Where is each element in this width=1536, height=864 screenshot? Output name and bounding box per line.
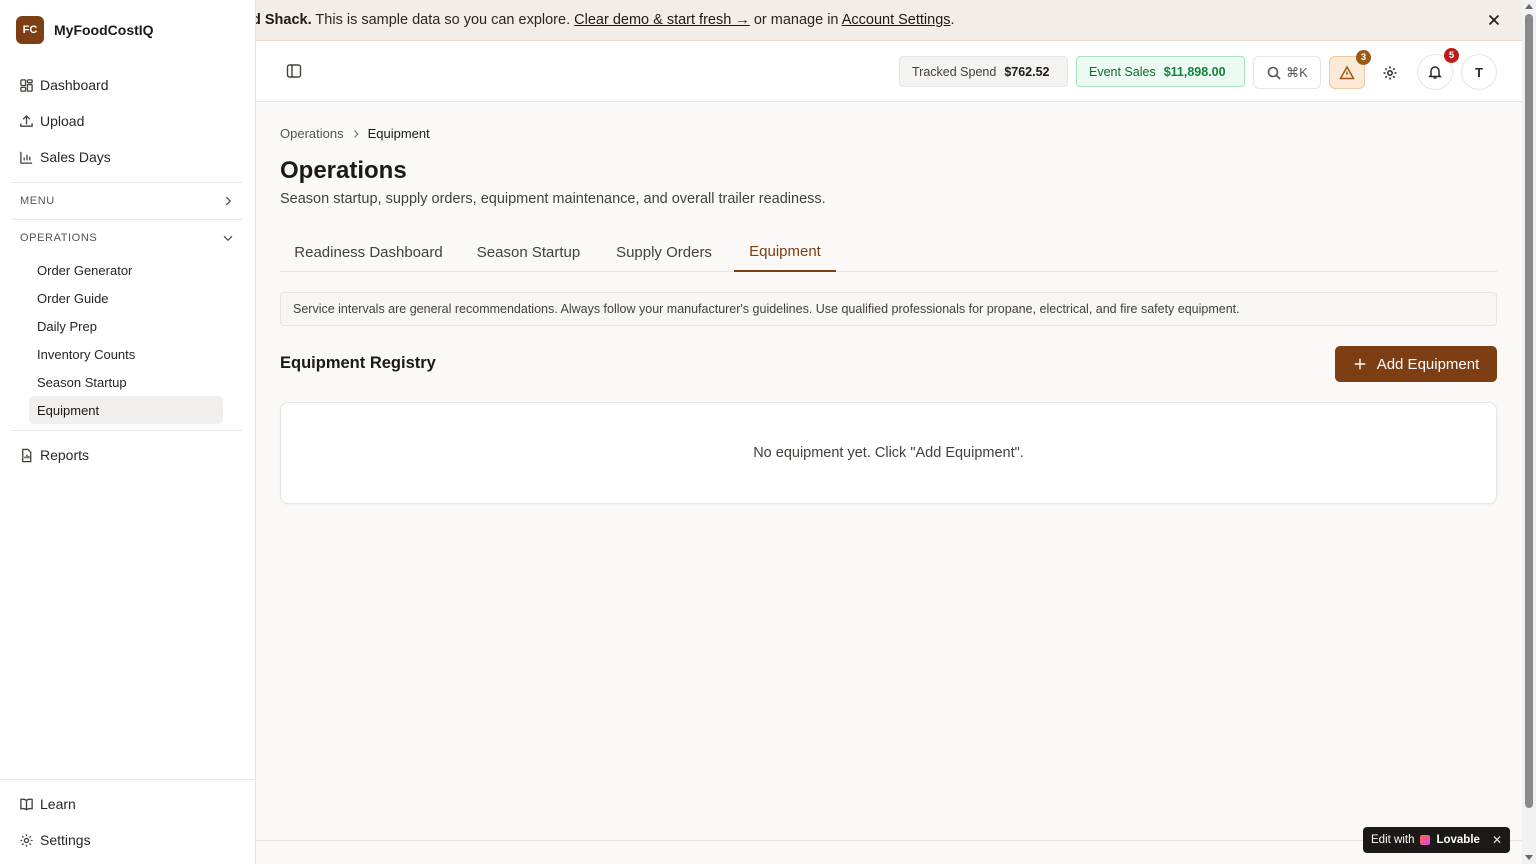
event-sales-label: Event Sales	[1089, 64, 1156, 79]
chevron-right-icon	[225, 196, 232, 206]
warnings-button[interactable]: 3	[1329, 50, 1371, 89]
close-icon[interactable]	[1486, 12, 1502, 28]
sidebar-item-reports[interactable]: Reports	[0, 437, 255, 473]
lovable-prefix: Edit with	[1371, 834, 1415, 846]
sidebar-item-dashboard[interactable]: Dashboard	[0, 67, 255, 103]
empty-state-card: No equipment yet. Click "Add Equipment".	[280, 402, 1497, 504]
avatar[interactable]: T	[1461, 54, 1497, 90]
sidebar-item-daily-prep[interactable]: Daily Prep	[29, 312, 223, 340]
sidebar-item-equipment[interactable]: Equipment	[29, 396, 223, 424]
notifications-button[interactable]: 5	[1417, 48, 1459, 90]
scroll-down-arrow[interactable]	[1525, 855, 1533, 860]
notification-count-badge: 5	[1444, 48, 1459, 63]
sidebar-item-upload[interactable]: Upload	[0, 103, 255, 139]
sidebar-item-label: Sales Days	[40, 149, 111, 165]
sidebar-item-label: Dashboard	[40, 77, 109, 93]
banner-bold: d Shack.	[256, 12, 312, 28]
empty-state-text: No equipment yet. Click "Add Equipment".	[753, 445, 1024, 461]
gear-icon	[1383, 66, 1397, 79]
settings-button[interactable]	[1373, 56, 1407, 89]
chevron-right-icon	[353, 129, 359, 138]
search-icon	[1267, 66, 1281, 80]
event-sales-chip[interactable]: Event Sales $11,898.00	[1076, 56, 1245, 87]
sidebar-item-order-guide[interactable]: Order Guide	[29, 284, 223, 312]
equipment-registry-title: Equipment Registry	[280, 354, 436, 372]
book-icon	[18, 796, 34, 812]
sidebar-item-label: Reports	[40, 447, 90, 463]
sidebar-item-inventory-counts[interactable]: Inventory Counts	[29, 340, 223, 368]
tracked-spend-label: Tracked Spend	[912, 64, 997, 79]
report-icon	[18, 447, 34, 463]
search-button[interactable]: ⌘K	[1253, 56, 1321, 89]
sidebar-item-season-startup[interactable]: Season Startup	[29, 368, 223, 396]
chevron-down-icon	[223, 235, 233, 242]
brand[interactable]: FC MyFoodCostIQ	[0, 0, 255, 60]
page-title: Operations	[280, 157, 407, 184]
scroll-up-arrow[interactable]	[1525, 4, 1533, 9]
bar-chart-icon	[18, 149, 34, 165]
tab-season-startup[interactable]: Season Startup	[465, 232, 592, 272]
sidebar-item-label: Learn	[40, 796, 76, 812]
clear-demo-link[interactable]: Clear demo & start fresh →	[574, 12, 750, 28]
close-icon[interactable]: ✕	[1492, 833, 1502, 847]
tracked-spend-value: $762.52	[1004, 64, 1050, 79]
breadcrumb-parent[interactable]: Operations	[280, 126, 344, 141]
banner-text-2: or manage in	[753, 12, 839, 28]
operations-list: Order Generator Order Guide Daily Prep I…	[0, 256, 255, 428]
gear-icon	[18, 832, 34, 848]
sidebar-item-label: Settings	[40, 832, 91, 848]
menu-section-toggle[interactable]: MENU	[0, 183, 255, 219]
banner-text-1: This is sample data so you can explore.	[315, 12, 571, 28]
top-header: Tracked Spend $762.52 Event Sales $11,89…	[256, 41, 1522, 102]
footer-divider	[256, 840, 1522, 841]
sidebar-toggle-icon[interactable]	[286, 63, 302, 79]
demo-banner: d Shack. This is sample data so you can …	[256, 0, 1522, 41]
event-sales-value: $11,898.00	[1163, 64, 1226, 79]
operations-section-toggle[interactable]: OPERATIONS	[0, 220, 255, 256]
search-shortcut: ⌘K	[1286, 64, 1308, 80]
dashboard-icon	[18, 77, 34, 93]
sidebar-item-settings[interactable]: Settings	[0, 822, 255, 858]
warning-count-badge: 3	[1356, 50, 1371, 65]
menu-section-label: MENU	[20, 195, 55, 207]
brand-name: MyFoodCostIQ	[54, 22, 154, 38]
brand-logo: FC	[16, 16, 44, 44]
lovable-badge[interactable]: Edit with Lovable ✕	[1363, 827, 1510, 853]
page-subtitle: Season startup, supply orders, equipment…	[280, 191, 826, 207]
service-notice: Service intervals are general recommenda…	[280, 292, 1497, 326]
tracked-spend-chip[interactable]: Tracked Spend $762.52	[899, 56, 1068, 87]
tab-bar: Readiness Dashboard Season Startup Suppl…	[280, 232, 1497, 272]
breadcrumb-current: Equipment	[367, 126, 430, 141]
scroll-thumb[interactable]	[1525, 14, 1533, 808]
sidebar-footer: Learn Settings	[0, 779, 255, 864]
account-settings-link[interactable]: Account Settings	[842, 12, 951, 28]
sidebar-item-learn[interactable]: Learn	[0, 786, 255, 822]
sidebar-item-order-generator[interactable]: Order Generator	[29, 256, 223, 284]
operations-section-label: OPERATIONS	[20, 232, 98, 244]
lovable-heart-icon	[1420, 835, 1431, 845]
tab-readiness-dashboard[interactable]: Readiness Dashboard	[280, 232, 457, 272]
banner-text-3: .	[950, 12, 955, 28]
sidebar-item-sales-days[interactable]: Sales Days	[0, 139, 255, 175]
upload-icon	[18, 113, 34, 129]
scrollbar[interactable]	[1522, 0, 1536, 864]
warning-icon	[1339, 64, 1355, 79]
add-equipment-label: Add Equipment	[1376, 355, 1480, 373]
breadcrumb: Operations Equipment	[280, 126, 430, 141]
sidebar: FC MyFoodCostIQ Dashboard Upload Sales D…	[0, 0, 256, 864]
sidebar-item-label: Upload	[40, 113, 85, 129]
lovable-brand: Lovable	[1436, 834, 1480, 846]
banner-text: d Shack. This is sample data so you can …	[256, 12, 955, 28]
add-equipment-button[interactable]: Add Equipment	[1335, 346, 1497, 382]
bell-icon	[1428, 66, 1442, 79]
plus-icon	[1354, 358, 1365, 370]
divider	[12, 430, 243, 431]
tab-supply-orders[interactable]: Supply Orders	[602, 232, 726, 272]
tab-equipment[interactable]: Equipment	[734, 232, 836, 272]
